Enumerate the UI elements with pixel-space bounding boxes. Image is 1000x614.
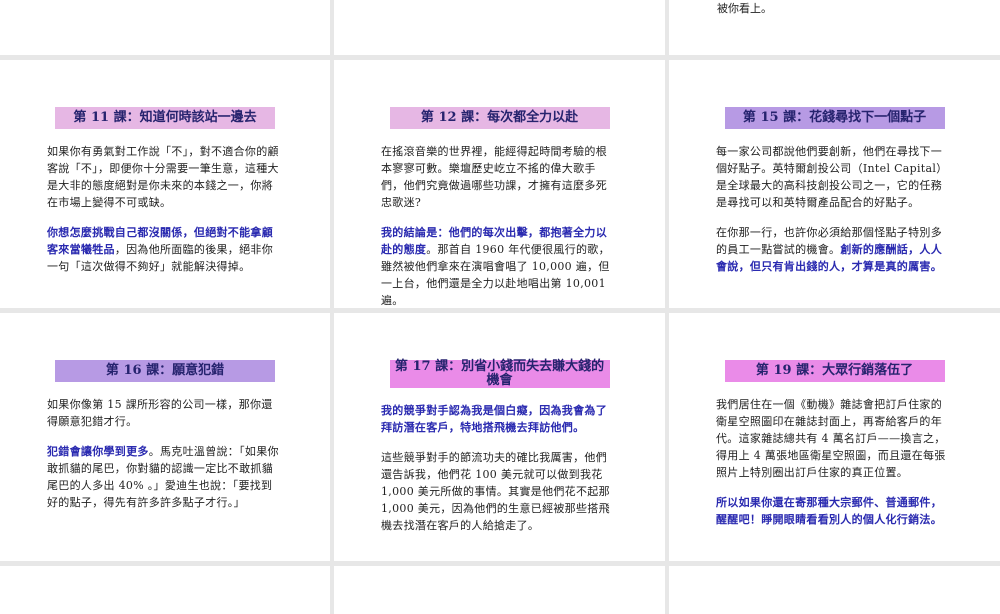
lesson-paragraph: 犯錯會讓你學到更多。馬克吐溫曾說：「如果你敢抓貓的尾巴，你對貓的認識一定比不敢抓… xyxy=(47,445,279,509)
highlight-text: 我的競爭對手認為我是個白癡，因為我會為了拜訪潛在客戶，特地搭飛機去拜訪他們。 xyxy=(381,404,607,434)
slide-bottom-right[interactable] xyxy=(669,566,1000,614)
lesson-paragraph: 在搖滾音樂的世界裡，能經得起時間考驗的根本寥寥可數。樂壇歷史屹立不搖的偉大歌手們… xyxy=(381,145,607,209)
lesson-title: 第 12 課：每次都全力以赴 xyxy=(389,107,610,129)
slide-lesson-12[interactable]: 第 12 課：每次都全力以赴 在搖滾音樂的世界裡，能經得起時間考驗的根本寥寥可數… xyxy=(334,60,665,308)
lesson-paragraph: 我們居住在一個《動機》雜誌會把訂戶住家的衛星空照圖印在雜誌封面上，再寄給客戶的年… xyxy=(716,398,946,479)
lesson-paragraph: 所以如果你還在寄那種大宗郵件、普通郵件，醒醒吧！睜開眼睛看看別人的個人化行銷法。 xyxy=(716,494,953,528)
lesson-paragraph: 如果你像第 15 課所形容的公司一樣，那你還得願意犯錯才行。 xyxy=(47,398,273,428)
slide-lesson-19[interactable]: 第 19 課：大眾行銷落伍了 我們居住在一個《動機》雜誌會把訂戶住家的衛星空照圖… xyxy=(669,313,1000,561)
slide-lesson-11[interactable]: 第 11 課：知道何時該站一邊去 如果你有勇氣對工作說「不」，對不適合你的顧客說… xyxy=(0,60,330,308)
slide-bottom-left[interactable] xyxy=(0,566,330,614)
slide-text-fragment: 被你看上。 xyxy=(717,2,772,15)
lesson-title: 第 17 課：別省小錢而失去賺大錢的機會 xyxy=(389,360,610,388)
lesson-paragraph: 我的結論是：他們的每次出擊，都抱著全力以赴的態度。那首自 1960 年代便很風行… xyxy=(381,226,610,307)
slide-top-left[interactable] xyxy=(0,0,330,55)
highlight-text: 犯錯會讓你學到更多 xyxy=(47,445,149,458)
lesson-title: 第 19 課：大眾行銷落伍了 xyxy=(724,360,945,382)
slide-grid: 被你看上。 第 11 課：知道何時該站一邊去 如果你有勇氣對工作說「不」，對不適… xyxy=(0,0,1000,614)
lesson-title: 第 16 課：願意犯錯 xyxy=(55,360,275,382)
lesson-paragraph: 如果你有勇氣對工作說「不」，對不適合你的顧客說「不」，即便你十分需要一筆生意，這… xyxy=(47,145,279,209)
slide-lesson-15[interactable]: 第 15 課：花錢尋找下一個點子 每一家公司都說他們要創新，他們在尋找下一個好點… xyxy=(669,60,1000,308)
slide-top-right[interactable]: 被你看上。 xyxy=(669,0,1000,55)
slide-bottom-middle[interactable] xyxy=(334,566,665,614)
lesson-title: 第 15 課：花錢尋找下一個點子 xyxy=(724,107,945,129)
lesson-paragraph: 每一家公司都說他們要創新，他們在尋找下一個好點子。英特爾創投公司（Intel C… xyxy=(716,145,948,209)
lesson-paragraph: 你想怎麼挑戰自己都沒關係，但絕對不能拿顧客來當犧牲品，因為他所面臨的後果，絕非你… xyxy=(47,226,274,273)
slide-lesson-16[interactable]: 第 16 課：願意犯錯 如果你像第 15 課所形容的公司一樣，那你還得願意犯錯才… xyxy=(0,313,330,561)
highlight-text: 所以如果你還在寄那種大宗郵件、普通郵件，醒醒吧！睜開眼睛看看別人的個人化行銷法。 xyxy=(716,496,942,526)
lesson-paragraph: 在你那一行，也許你必須給那個怪點子特別多的員工一點嘗試的機會。創新的應酬話，人人… xyxy=(716,226,943,273)
lesson-title: 第 11 課：知道何時該站一邊去 xyxy=(55,107,275,129)
lesson-paragraph: 我的競爭對手認為我是個白癡，因為我會為了拜訪潛在客戶，特地搭飛機去拜訪他們。 xyxy=(381,402,618,436)
slide-top-middle[interactable] xyxy=(334,0,665,55)
slide-lesson-17[interactable]: 第 17 課：別省小錢而失去賺大錢的機會 我的競爭對手認為我是個白癡，因為我會為… xyxy=(334,313,665,561)
lesson-paragraph: 這些競爭對手的節流功夫的確比我厲害，他們還告訴我，他們花 100 美元就可以做到… xyxy=(381,451,610,532)
